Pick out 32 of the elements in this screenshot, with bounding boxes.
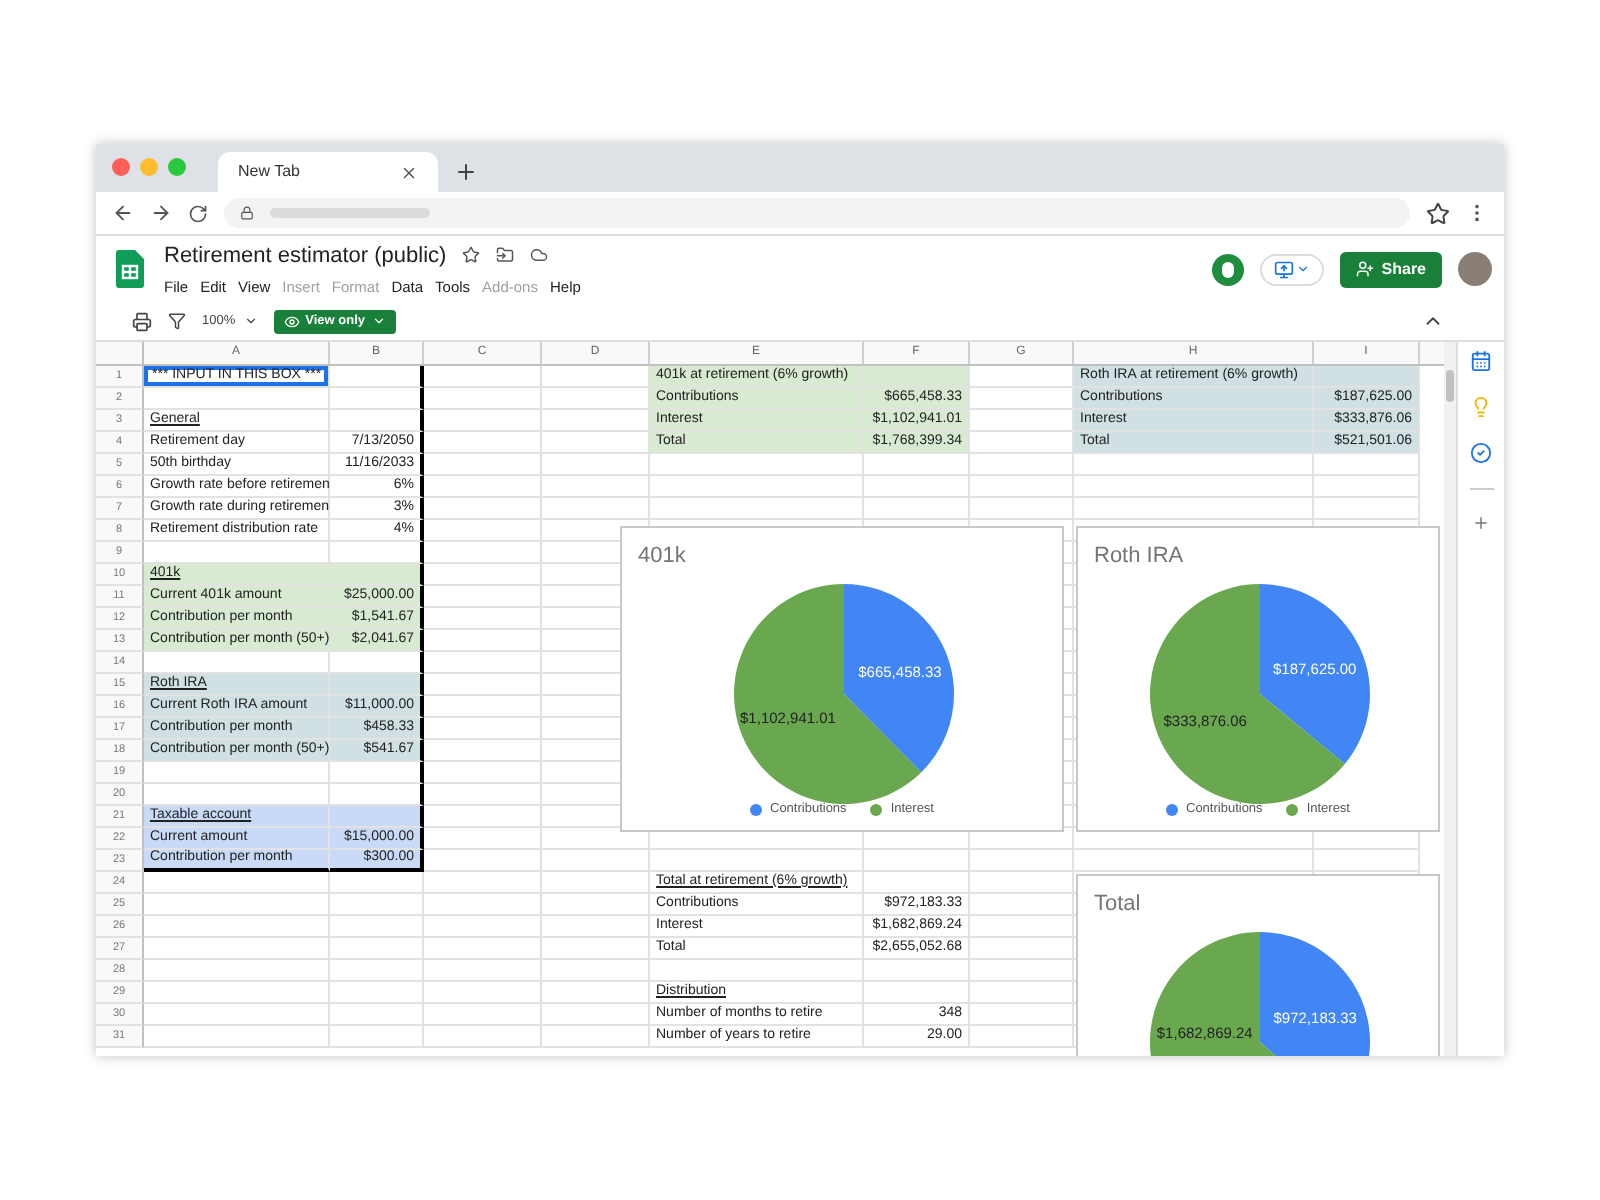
filter-icon[interactable] (168, 312, 186, 330)
chart-title: Total (1094, 890, 1141, 920)
document-title[interactable]: Retirement estimator (public) (164, 239, 447, 273)
caret-icon (1295, 262, 1310, 276)
add-icon[interactable] (1472, 514, 1490, 532)
spreadsheet-logo-icon[interactable] (116, 250, 144, 288)
profile-badge-icon[interactable] (1211, 253, 1244, 285)
avatar-icon[interactable] (1458, 252, 1492, 286)
close-icon[interactable] (400, 163, 418, 181)
person-icon (1355, 260, 1374, 278)
scrollbar-thumb[interactable] (1446, 370, 1454, 402)
caret-icon (243, 314, 258, 328)
back-icon[interactable] (112, 202, 134, 224)
forward-icon[interactable] (150, 202, 172, 224)
browser-tab[interactable]: New Tab (218, 152, 438, 192)
eye-icon (283, 313, 300, 329)
chart-title: 401k (638, 542, 686, 572)
star-icon[interactable] (462, 246, 481, 265)
new-tab-icon[interactable] (454, 160, 478, 184)
check-circle-icon[interactable] (1470, 442, 1492, 464)
present-icon (1273, 259, 1294, 279)
lock-icon (240, 206, 254, 220)
star-icon[interactable] (1426, 201, 1450, 225)
reload-icon[interactable] (188, 203, 208, 223)
print-icon[interactable] (132, 311, 152, 331)
caret-icon (371, 314, 385, 328)
present-button[interactable] (1259, 253, 1324, 285)
calendar-icon[interactable] (1470, 350, 1492, 372)
cloud-icon[interactable] (530, 246, 549, 265)
move-folder-icon[interactable] (496, 246, 515, 265)
chart-title: Roth IRA (1094, 542, 1184, 572)
share-button[interactable]: Share (1339, 251, 1442, 287)
